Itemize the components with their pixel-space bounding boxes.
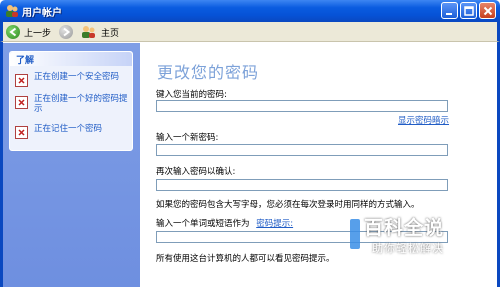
home-button[interactable]: 主页 <box>81 24 119 40</box>
home-label: 主页 <box>101 28 120 39</box>
watermark: 百科全说 助你轻松解决 <box>348 213 500 263</box>
caps-lock-note: 如果您的密码包含大写字母，您必须在每次登录时用同样的方式输入。 <box>156 200 420 210</box>
help-item-label: 正在创建一个安全密码 <box>34 72 120 82</box>
current-password-label: 键入您当前的密码: <box>156 90 227 100</box>
back-label: 上一步 <box>24 28 52 39</box>
forward-button[interactable] <box>59 24 73 40</box>
title-bar[interactable]: 用户帐户 <box>0 0 500 22</box>
forward-arrow-icon <box>59 25 73 39</box>
help-topic-icon <box>15 96 28 109</box>
home-users-icon <box>82 26 95 38</box>
password-hint-label: 输入一个单词或短语作为 密码提示: <box>156 217 293 229</box>
show-hint-link[interactable]: 显示密码暗示 <box>398 114 449 126</box>
watermark-title: 百科全说 <box>364 217 445 239</box>
password-hint-prefix: 输入一个单词或短语作为 <box>156 219 250 229</box>
current-password-input[interactable] <box>156 100 448 112</box>
confirm-password-label: 再次输入密码以确认: <box>156 167 236 177</box>
task-pane: 了解 正在创建一个安全密码 正在创建一个好的密码提示 正在记住一个密码 <box>3 43 140 287</box>
help-item-label: 正在创建一个好的密码提示 <box>34 94 128 114</box>
watermark-badge-icon <box>350 219 360 249</box>
learn-about-heading: 了解 <box>10 52 132 66</box>
back-button[interactable]: 上一步 <box>6 24 51 40</box>
close-button[interactable] <box>479 2 496 19</box>
help-topic-icon <box>15 74 28 87</box>
password-hint-link[interactable]: 密码提示: <box>256 219 293 229</box>
new-password-input[interactable] <box>156 144 448 156</box>
hint-visibility-note: 所有使用这台计算机的人都可以看见密码提示。 <box>156 254 335 264</box>
help-item-secure-password[interactable]: 正在创建一个安全密码 <box>15 72 131 87</box>
help-item-good-hint[interactable]: 正在创建一个好的密码提示 <box>15 94 131 114</box>
minimize-button[interactable] <box>441 2 458 19</box>
toolbar: 上一步 主页 <box>0 22 500 42</box>
back-arrow-icon <box>6 25 20 39</box>
help-item-label: 正在记住一个密码 <box>34 124 103 134</box>
maximize-button[interactable] <box>460 2 477 19</box>
window-title: 用户帐户 <box>22 8 62 19</box>
close-icon <box>483 6 493 16</box>
page-title: 更改您的密码 <box>157 63 260 82</box>
new-password-label: 输入一个新密码: <box>156 133 219 143</box>
maximize-icon <box>464 6 474 16</box>
learn-about-panel: 了解 正在创建一个安全密码 正在创建一个好的密码提示 正在记住一个密码 <box>9 51 133 151</box>
help-topic-icon <box>15 126 28 139</box>
help-item-remember-password[interactable]: 正在记住一个密码 <box>15 124 131 139</box>
minimize-icon <box>446 13 452 15</box>
user-accounts-icon <box>6 5 18 17</box>
watermark-subtitle: 助你轻松解决 <box>372 242 444 255</box>
confirm-password-input[interactable] <box>156 179 448 191</box>
